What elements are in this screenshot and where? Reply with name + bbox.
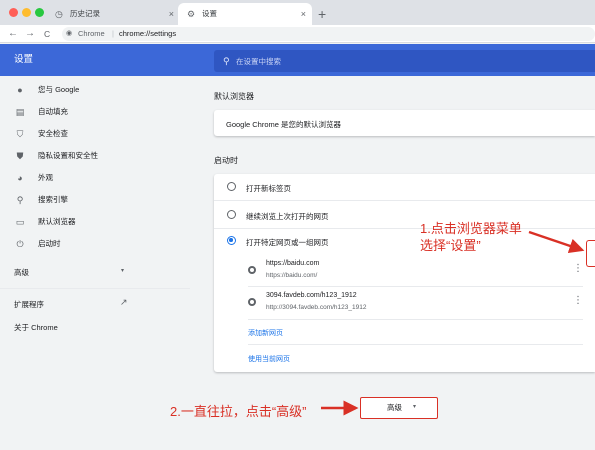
- annotation-step1-line2: 选择“设置”: [420, 238, 481, 253]
- browser-window: ◷ 历史记录 × ⚙ 设置 × + ← → C ◉ Chrome | chrom…: [0, 0, 595, 450]
- annotation-arrow-menu: [528, 230, 585, 254]
- annotation-step2: 2.一直往拉，点击“高级”: [170, 404, 307, 419]
